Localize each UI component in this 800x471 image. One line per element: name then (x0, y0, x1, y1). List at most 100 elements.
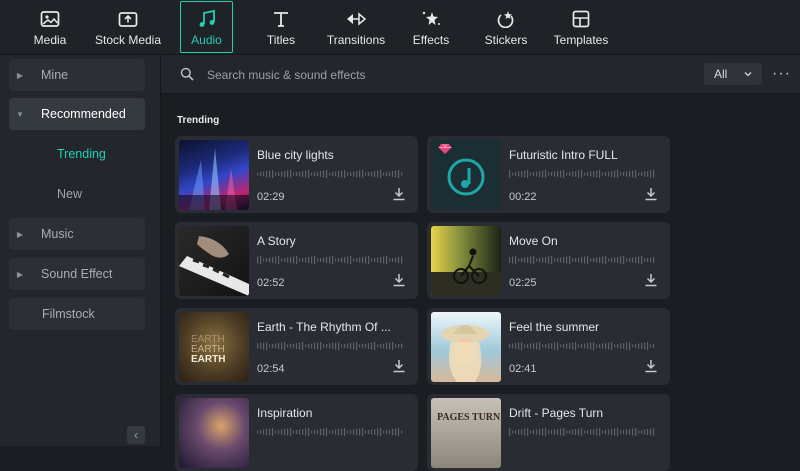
download-icon[interactable] (392, 187, 406, 206)
tab-templates[interactable]: Templates (551, 1, 611, 53)
track-title: Inspiration (257, 406, 313, 420)
top-toolbar: Media Stock Media Audio Titles Transitio… (0, 0, 800, 55)
download-icon[interactable] (644, 359, 658, 378)
waveform (257, 170, 403, 178)
sidebar-item-trending[interactable]: Trending (9, 138, 145, 170)
track-title: Earth - The Rhythm Of ... (257, 320, 391, 334)
thumbnail-text: EARTH (191, 354, 225, 365)
sidebar-item-label: Music (41, 227, 74, 241)
more-options-button[interactable]: ··· (772, 65, 791, 83)
track-card[interactable]: Move On 02:25 (427, 222, 670, 299)
tab-effects-label: Effects (412, 32, 450, 47)
tab-stickers-label: Stickers (484, 32, 528, 47)
track-thumbnail (179, 226, 249, 296)
sidebar-item-label: Trending (57, 147, 106, 161)
media-icon (39, 8, 61, 30)
track-thumbnail: PAGES TURN (431, 398, 501, 468)
tab-media[interactable]: Media (22, 1, 78, 53)
tab-titles-label: Titles (266, 32, 296, 47)
track-duration: 02:25 (509, 277, 537, 289)
track-thumbnail (179, 140, 249, 210)
track-thumbnail (431, 226, 501, 296)
track-duration: 02:41 (509, 363, 537, 375)
track-card[interactable]: Blue city lights 02:29 (175, 136, 418, 213)
sidebar-item-sound-effect[interactable]: ▶ Sound Effect (9, 258, 145, 290)
track-card[interactable]: Futuristic Intro FULL 00:22 (427, 136, 670, 213)
tab-templates-label: Templates (553, 32, 609, 47)
sidebar: ▶ Mine ▼ Recommended Trending New ▶ Musi… (0, 55, 161, 446)
download-icon[interactable] (392, 359, 406, 378)
track-title: Feel the summer (509, 320, 600, 334)
search-icon (180, 67, 194, 86)
sidebar-item-recommended[interactable]: ▼ Recommended (9, 98, 145, 130)
track-duration: 02:52 (257, 277, 285, 289)
download-icon[interactable] (644, 273, 658, 292)
sidebar-item-mine[interactable]: ▶ Mine (9, 59, 145, 91)
track-thumbnail (431, 312, 501, 382)
track-title: Move On (509, 234, 558, 248)
search-bar: All ··· (161, 55, 800, 94)
premium-diamond-icon (438, 142, 452, 160)
track-duration: 02:54 (257, 363, 285, 375)
tab-transitions[interactable]: Transitions (324, 1, 388, 53)
track-title: Futuristic Intro FULL (509, 148, 618, 162)
music-note-icon (196, 8, 218, 30)
sidebar-item-filmstock[interactable]: Filmstock (9, 298, 145, 330)
chevron-right-icon: ▶ (16, 70, 24, 80)
chevron-right-icon: ▶ (16, 229, 24, 239)
chevron-down-icon: ▼ (16, 109, 24, 119)
download-icon[interactable] (392, 273, 406, 292)
sidebar-item-new[interactable]: New (9, 178, 145, 210)
stickers-icon (495, 8, 517, 30)
tab-stickers[interactable]: Stickers (480, 1, 532, 53)
track-card[interactable]: Inspiration (175, 394, 418, 471)
section-title: Trending (177, 115, 220, 126)
stock-media-icon (117, 8, 139, 30)
waveform (509, 342, 655, 350)
track-duration: 02:29 (257, 191, 285, 203)
sidebar-item-music[interactable]: ▶ Music (9, 218, 145, 250)
collapse-sidebar-button[interactable]: ‹ (127, 426, 145, 444)
waveform (257, 256, 403, 264)
tab-titles[interactable]: Titles (258, 1, 304, 53)
track-card[interactable]: A Story 02:52 (175, 222, 418, 299)
waveform (257, 428, 403, 436)
tab-audio[interactable]: Audio (180, 1, 233, 53)
transitions-icon (345, 8, 367, 30)
templates-icon (570, 8, 592, 30)
sidebar-item-label: Sound Effect (41, 267, 113, 281)
sidebar-item-label: New (57, 187, 83, 201)
track-title: Blue city lights (257, 148, 334, 162)
tab-effects[interactable]: Effects (408, 1, 454, 53)
track-card[interactable]: PAGES TURN Drift - Pages Turn (427, 394, 670, 471)
tab-media-label: Media (33, 32, 67, 47)
tab-transitions-label: Transitions (326, 32, 386, 47)
waveform (509, 170, 655, 178)
titles-icon (270, 8, 292, 30)
sidebar-item-label: Mine (41, 68, 69, 82)
search-input[interactable] (205, 64, 609, 86)
thumbnail-text: PAGES TURN (437, 412, 501, 423)
sidebar-item-label: Recommended (41, 107, 126, 121)
tab-stock-media-label: Stock Media (94, 32, 162, 47)
track-thumbnail: EARTH EARTH EARTH (179, 312, 249, 382)
track-card[interactable]: Feel the summer 02:41 (427, 308, 670, 385)
track-thumbnail (179, 398, 249, 468)
filter-select[interactable]: All (704, 63, 762, 85)
sidebar-item-label: Filmstock (42, 307, 95, 321)
track-card[interactable]: EARTH EARTH EARTH Earth - The Rhythm Of … (175, 308, 418, 385)
track-title: Drift - Pages Turn (509, 406, 604, 420)
chevron-left-icon: ‹ (134, 428, 138, 442)
waveform (509, 256, 655, 264)
chevron-right-icon: ▶ (16, 269, 24, 279)
waveform (257, 342, 403, 350)
effects-icon (420, 8, 442, 30)
tab-audio-label: Audio (191, 32, 222, 47)
filter-select-value: All (714, 67, 728, 81)
waveform (509, 428, 655, 436)
track-title: A Story (257, 234, 296, 248)
chevron-down-icon (743, 68, 753, 82)
track-duration: 00:22 (509, 191, 537, 203)
download-icon[interactable] (644, 187, 658, 206)
tab-stock-media[interactable]: Stock Media (92, 1, 164, 53)
